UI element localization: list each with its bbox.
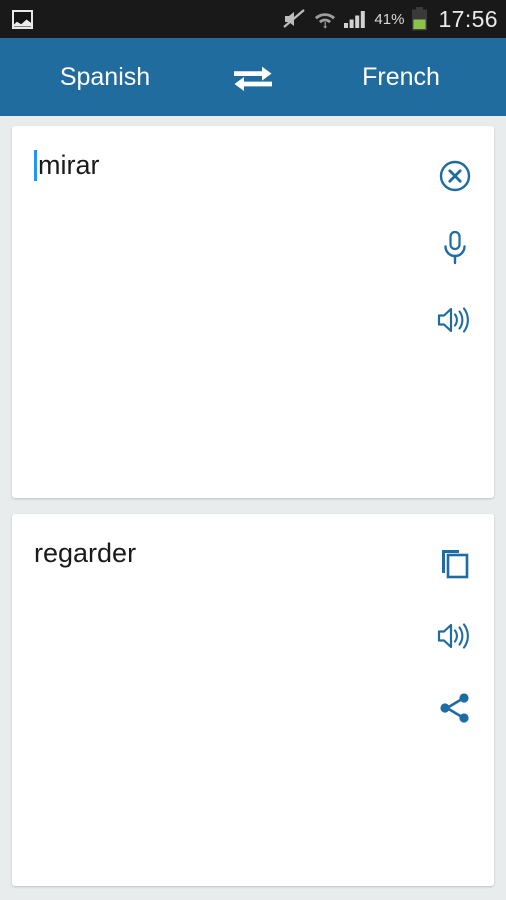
source-text-input[interactable]: mirar	[12, 142, 416, 498]
voice-input-button[interactable]	[433, 226, 477, 270]
swap-languages-button[interactable]	[210, 60, 296, 94]
translated-text[interactable]: regarder	[12, 530, 416, 886]
clock-label: 17:56	[438, 5, 498, 32]
clear-button[interactable]	[433, 154, 477, 198]
speak-source-button[interactable]	[433, 298, 477, 342]
gallery-image-icon	[12, 9, 33, 29]
source-text-card: mirar	[12, 126, 494, 498]
close-circle-icon	[438, 159, 472, 193]
language-bar: Spanish French	[0, 38, 506, 116]
result-actions-rail	[416, 530, 494, 886]
speak-translation-button[interactable]	[433, 614, 477, 658]
copy-button[interactable]	[433, 542, 477, 586]
source-text-value: mirar	[38, 150, 100, 180]
source-language-button[interactable]: Spanish	[0, 64, 210, 90]
target-language-button[interactable]: French	[296, 64, 506, 90]
cellular-signal-icon	[343, 9, 367, 29]
wifi-transfer-icon	[314, 9, 336, 30]
copy-icon	[439, 547, 471, 581]
status-bar-system-icons: 41% 17:56	[283, 7, 498, 31]
translation-result-card: regarder	[12, 514, 494, 886]
swap-horizontal-icon	[230, 60, 276, 94]
status-bar-notifications	[12, 9, 33, 29]
translated-text-value: regarder	[34, 538, 137, 568]
battery-percent-label: 41%	[374, 10, 405, 28]
microphone-icon	[440, 230, 470, 266]
share-icon	[438, 692, 472, 724]
battery-icon	[411, 7, 428, 31]
speaker-icon	[436, 620, 474, 652]
volume-muted-icon	[283, 9, 307, 29]
translation-content: mirar regarder	[0, 116, 506, 886]
text-caret	[34, 150, 37, 181]
share-button[interactable]	[433, 686, 477, 730]
status-bar: 41% 17:56	[0, 0, 506, 38]
speaker-icon	[436, 304, 474, 336]
source-actions-rail	[416, 142, 494, 498]
